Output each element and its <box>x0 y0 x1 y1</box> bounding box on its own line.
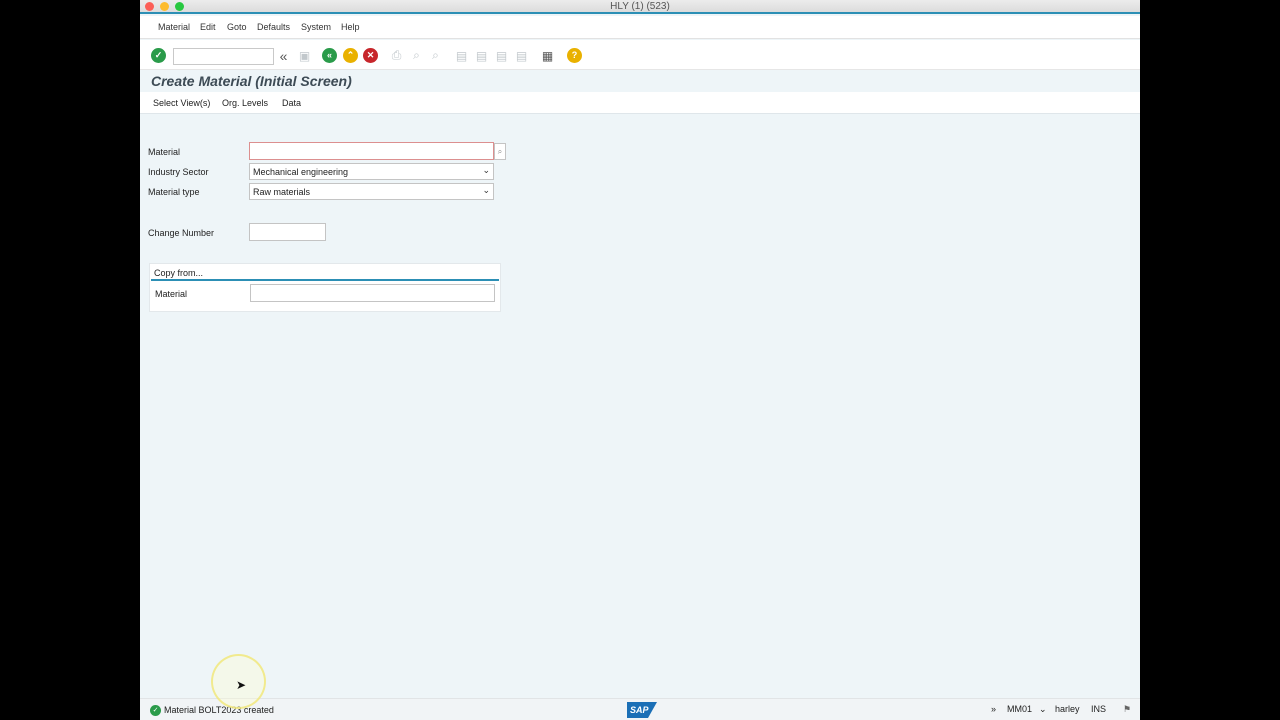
menu-material[interactable]: Material <box>158 22 190 32</box>
change-number-label: Change Number <box>148 228 215 238</box>
first-page-icon: ▤ <box>455 48 468 63</box>
x-circle-icon[interactable]: ✕ <box>363 48 378 63</box>
material-type-label: Material type <box>148 187 200 197</box>
industry-sector-select[interactable]: Mechanical engineering ⌄ <box>249 163 494 180</box>
next-page-icon: ▤ <box>495 48 508 63</box>
menu-defaults[interactable]: Defaults <box>257 22 290 32</box>
mouse-cursor-icon: ➤ <box>236 678 247 692</box>
copy-from-title: Copy from... <box>154 268 204 278</box>
search-help-icon[interactable]: ⌕ <box>494 143 506 160</box>
copy-material-label: Material <box>155 289 188 299</box>
material-input[interactable] <box>249 142 494 160</box>
last-page-icon: ▤ <box>515 48 528 63</box>
up-arrows-icon[interactable]: ⌃ <box>343 48 358 63</box>
application-toolbar: Select View(s) Org. Levels Data <box>140 92 1140 114</box>
menu-edit[interactable]: Edit <box>200 22 216 32</box>
chevron-double-left-icon[interactable]: « <box>322 48 337 63</box>
sap-window: HLY (1) (523) Material Edit Goto Default… <box>140 0 1140 720</box>
material-type-select[interactable]: Raw materials ⌄ <box>249 183 494 200</box>
transaction-code[interactable]: MM01 <box>1007 704 1032 714</box>
status-expand-icon[interactable]: » <box>991 704 996 714</box>
data-button[interactable]: Data <box>282 98 301 108</box>
print-icon: ⎙ <box>391 48 402 62</box>
chevron-down-icon: ⌄ <box>482 185 490 195</box>
new-window-icon[interactable]: ▦ <box>540 48 555 63</box>
sap-logo: SAP <box>627 702 657 718</box>
find-icon: ⌕ <box>413 48 420 62</box>
status-bar: ✓ Material BOLT2023 created SAP » MM01 ⌄… <box>140 698 1140 720</box>
industry-sector-value: Mechanical engineering <box>253 167 349 177</box>
collapse-command-field-icon[interactable]: « <box>276 48 291 64</box>
change-number-input[interactable] <box>249 223 326 241</box>
success-check-icon: ✓ <box>150 705 161 716</box>
window-title: HLY (1) (523) <box>610 1 670 12</box>
menu-bar: Material Edit Goto Defaults System Help <box>140 16 1140 39</box>
title-bar: HLY (1) (523) <box>140 0 1140 14</box>
question-icon[interactable]: ? <box>567 48 582 63</box>
find-next-icon: ⌕ <box>432 48 439 62</box>
copy-from-group: Copy from... Material <box>149 263 501 312</box>
previous-page-icon: ▤ <box>475 48 488 63</box>
material-type-value: Raw materials <box>253 187 311 197</box>
select-views-button[interactable]: Select View(s) <box>153 98 210 108</box>
material-label: Material <box>148 147 181 157</box>
chevron-down-icon: ⌄ <box>482 165 490 175</box>
industry-sector-label: Industry Sector <box>148 167 209 177</box>
chevron-down-icon[interactable]: ⌄ <box>1039 704 1047 715</box>
status-message[interactable]: Material BOLT2023 created <box>164 705 274 715</box>
org-levels-button[interactable]: Org. Levels <box>222 98 268 108</box>
layout-menu-icon[interactable]: ⚑ <box>1123 704 1131 715</box>
user-name: harley <box>1055 704 1080 714</box>
check-circle-icon[interactable]: ✓ <box>151 48 166 63</box>
menu-help[interactable]: Help <box>341 22 360 32</box>
menu-system[interactable]: System <box>301 22 331 32</box>
menu-goto[interactable]: Goto <box>227 22 247 32</box>
command-field[interactable] <box>173 48 274 65</box>
copy-material-input[interactable] <box>250 284 495 302</box>
standard-toolbar: ✓ « ▣ « ⌃ ✕ ⎙ ⌕ ⌕ ▤ ▤ ▤ ▤ ▦ ? <box>140 40 1140 70</box>
insert-mode[interactable]: INS <box>1091 704 1106 714</box>
save-icon: ▣ <box>298 48 311 63</box>
group-divider <box>151 279 499 281</box>
page-title: Create Material (Initial Screen) <box>151 73 352 89</box>
